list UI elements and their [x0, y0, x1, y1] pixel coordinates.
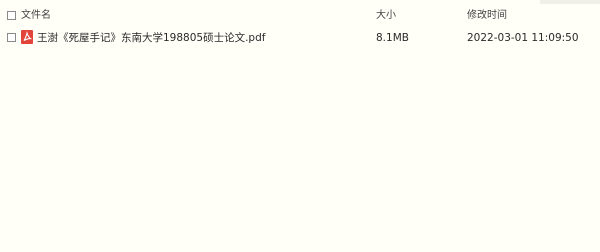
column-header-name[interactable]: 文件名: [21, 10, 51, 22]
column-header-modified[interactable]: 修改时间: [467, 10, 507, 22]
file-list-header: 文件名 大小 修改时间: [0, 0, 600, 28]
column-header-size[interactable]: 大小: [376, 10, 396, 22]
file-size: 8.1MB: [376, 32, 409, 44]
file-name[interactable]: 王澍《死屋手记》东南大学198805硕士论文.pdf: [37, 32, 265, 44]
select-all-checkbox[interactable]: [7, 11, 16, 20]
header-edge-shade: [540, 0, 600, 4]
pdf-icon: [21, 30, 33, 44]
file-modified: 2022-03-01 11:09:50: [467, 32, 579, 44]
file-row[interactable]: 王澍《死屋手记》东南大学198805硕士论文.pdf 8.1MB 2022-03…: [0, 28, 600, 48]
file-row-checkbox[interactable]: [7, 33, 16, 42]
